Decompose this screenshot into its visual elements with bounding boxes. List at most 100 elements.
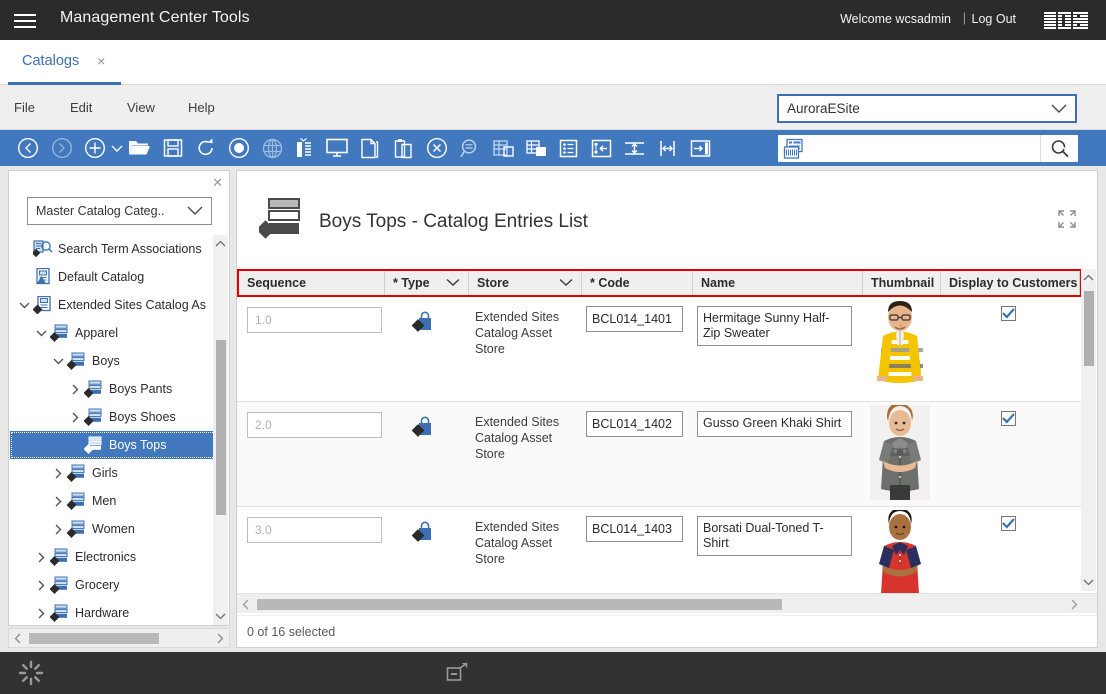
sequence-input[interactable]	[247, 412, 382, 438]
store-selector[interactable]: AuroraESite	[777, 94, 1077, 123]
restore-window-icon[interactable]	[446, 663, 468, 683]
new-icon[interactable]	[82, 135, 108, 161]
scroll-left-arrow-icon[interactable]	[237, 595, 255, 613]
tree-item-default-catalog[interactable]: Default Catalog	[10, 263, 216, 291]
tree-twisty-icon[interactable]	[33, 608, 49, 619]
catalog-filter-selector[interactable]: Master Catalog Categ..	[27, 197, 212, 225]
stop-icon[interactable]	[226, 135, 252, 161]
table-horizontal-scrollbar[interactable]	[237, 593, 1097, 613]
tree-twisty-icon[interactable]	[33, 580, 49, 591]
table-properties-icon[interactable]	[490, 135, 516, 161]
code-input[interactable]	[586, 411, 683, 437]
chevron-down-icon[interactable]	[553, 276, 573, 290]
copy-icon[interactable]	[357, 135, 383, 161]
close-icon[interactable]: ×	[97, 54, 105, 68]
tree-twisty-icon[interactable]	[67, 384, 83, 395]
tree-twisty-icon[interactable]	[67, 412, 83, 423]
tree-twisty-icon[interactable]	[33, 329, 49, 337]
menu-item-file[interactable]: File	[14, 85, 35, 130]
scroll-right-arrow-icon[interactable]	[211, 629, 229, 647]
scroll-left-arrow-icon[interactable]	[9, 629, 27, 647]
open-folder-icon[interactable]	[126, 135, 152, 161]
tree-item-search-term-associations[interactable]: Search Term Associations	[10, 235, 216, 263]
tree-item-boys[interactable]: Boys	[10, 347, 216, 375]
find-icon[interactable]	[457, 135, 483, 161]
sequence-input[interactable]	[247, 307, 382, 333]
tree-horizontal-scrollbar[interactable]	[8, 628, 230, 648]
forward-icon[interactable]	[49, 135, 75, 161]
column-header-thumbnail[interactable]: Thumbnail	[863, 271, 941, 295]
tree-item-hardware[interactable]: Hardware	[10, 599, 216, 625]
list-details-icon[interactable]	[555, 135, 581, 161]
toolbar-search-box[interactable]	[778, 135, 1078, 162]
tree-hscroll-thumb[interactable]	[29, 633, 159, 644]
scroll-down-arrow-icon[interactable]	[1081, 573, 1096, 591]
table-list-icon[interactable]	[523, 135, 549, 161]
display-to-customers-checkbox[interactable]	[1001, 516, 1016, 531]
globe-icon[interactable]	[259, 135, 285, 161]
hamburger-menu-icon[interactable]	[14, 10, 36, 30]
refresh-icon[interactable]	[193, 135, 219, 161]
tree-scroll-thumb[interactable]	[216, 340, 226, 515]
expand-vertical-icon[interactable]	[621, 135, 647, 161]
column-header-sequence[interactable]: Sequence	[239, 271, 385, 295]
code-input[interactable]	[586, 516, 683, 542]
tree-twisty-icon[interactable]	[50, 496, 66, 507]
scroll-down-arrow-icon[interactable]	[213, 607, 228, 625]
name-input[interactable]: Gusso Green Khaki Shirt	[697, 411, 852, 437]
delete-icon[interactable]	[424, 135, 450, 161]
search-dropdown-icon[interactable]	[1058, 140, 1073, 154]
table-scroll-thumb[interactable]	[1084, 291, 1094, 366]
tree-twisty-icon[interactable]	[33, 552, 49, 563]
tree-twisty-icon[interactable]	[16, 301, 32, 309]
save-icon[interactable]	[160, 135, 186, 161]
expand-icon[interactable]	[1057, 209, 1077, 229]
catalog-tree[interactable]: Search Term Associations Default Catalog E…	[10, 235, 216, 625]
column-header-code[interactable]: * Code	[582, 271, 693, 295]
tree-twisty-icon[interactable]	[50, 468, 66, 479]
table-row[interactable]: Extended Sites Catalog Asset Store Hermit…	[237, 297, 1082, 402]
collapse-tree-icon[interactable]	[588, 135, 614, 161]
scroll-up-arrow-icon[interactable]	[1081, 269, 1096, 287]
tree-item-grocery[interactable]: Grocery	[10, 571, 216, 599]
menu-item-view[interactable]: View	[127, 85, 155, 130]
table-vertical-scrollbar[interactable]	[1081, 269, 1096, 591]
column-header-store[interactable]: Store	[469, 271, 582, 295]
tree-item-electronics[interactable]: Electronics	[10, 543, 216, 571]
tree-item-boys-pants[interactable]: Boys Pants	[10, 375, 216, 403]
display-to-customers-checkbox[interactable]	[1001, 306, 1016, 321]
display-to-customers-checkbox[interactable]	[1001, 411, 1016, 426]
tree-item-women[interactable]: Women	[10, 515, 216, 543]
preview-store-icon[interactable]	[291, 135, 317, 161]
tree-item-apparel[interactable]: Apparel	[10, 319, 216, 347]
tree-item-boys-shoes[interactable]: Boys Shoes	[10, 403, 216, 431]
chevron-down-icon[interactable]	[440, 276, 460, 290]
new-dropdown-caret-icon[interactable]	[110, 141, 124, 155]
column-header-name[interactable]: Name	[693, 271, 863, 295]
table-row[interactable]: Extended Sites Catalog Asset Store Gusso …	[237, 402, 1082, 507]
paste-icon[interactable]	[391, 135, 417, 161]
sequence-input[interactable]	[247, 517, 382, 543]
tree-vertical-scrollbar[interactable]	[213, 235, 228, 625]
scroll-right-arrow-icon[interactable]	[1065, 595, 1083, 613]
scroll-up-arrow-icon[interactable]	[213, 235, 228, 253]
menu-item-edit[interactable]: Edit	[70, 85, 92, 130]
column-header-display-to-customers[interactable]: Display to Customers	[941, 271, 1080, 295]
back-icon[interactable]	[15, 135, 41, 161]
name-input[interactable]: Borsati Dual-Toned T-Shirt	[697, 516, 852, 556]
close-icon[interactable]: ✕	[212, 175, 223, 191]
tree-item-men[interactable]: Men	[10, 487, 216, 515]
search-input[interactable]	[812, 135, 1040, 162]
tree-twisty-icon[interactable]	[50, 357, 66, 365]
table-hscroll-thumb[interactable]	[257, 599, 782, 610]
tree-twisty-icon[interactable]	[50, 524, 66, 535]
monitor-icon[interactable]	[324, 135, 350, 161]
code-input[interactable]	[586, 306, 683, 332]
tree-item-boys-tops[interactable]: Boys Tops	[10, 431, 216, 459]
show-panel-icon[interactable]	[687, 135, 713, 161]
tree-item-girls[interactable]: Girls	[10, 459, 216, 487]
logout-link[interactable]: Log Out	[972, 12, 1016, 26]
name-input[interactable]: Hermitage Sunny Half-Zip Sweater	[697, 306, 852, 346]
tab-catalogs[interactable]: Catalogs ×	[8, 40, 122, 85]
column-header-type[interactable]: * Type	[385, 271, 469, 295]
